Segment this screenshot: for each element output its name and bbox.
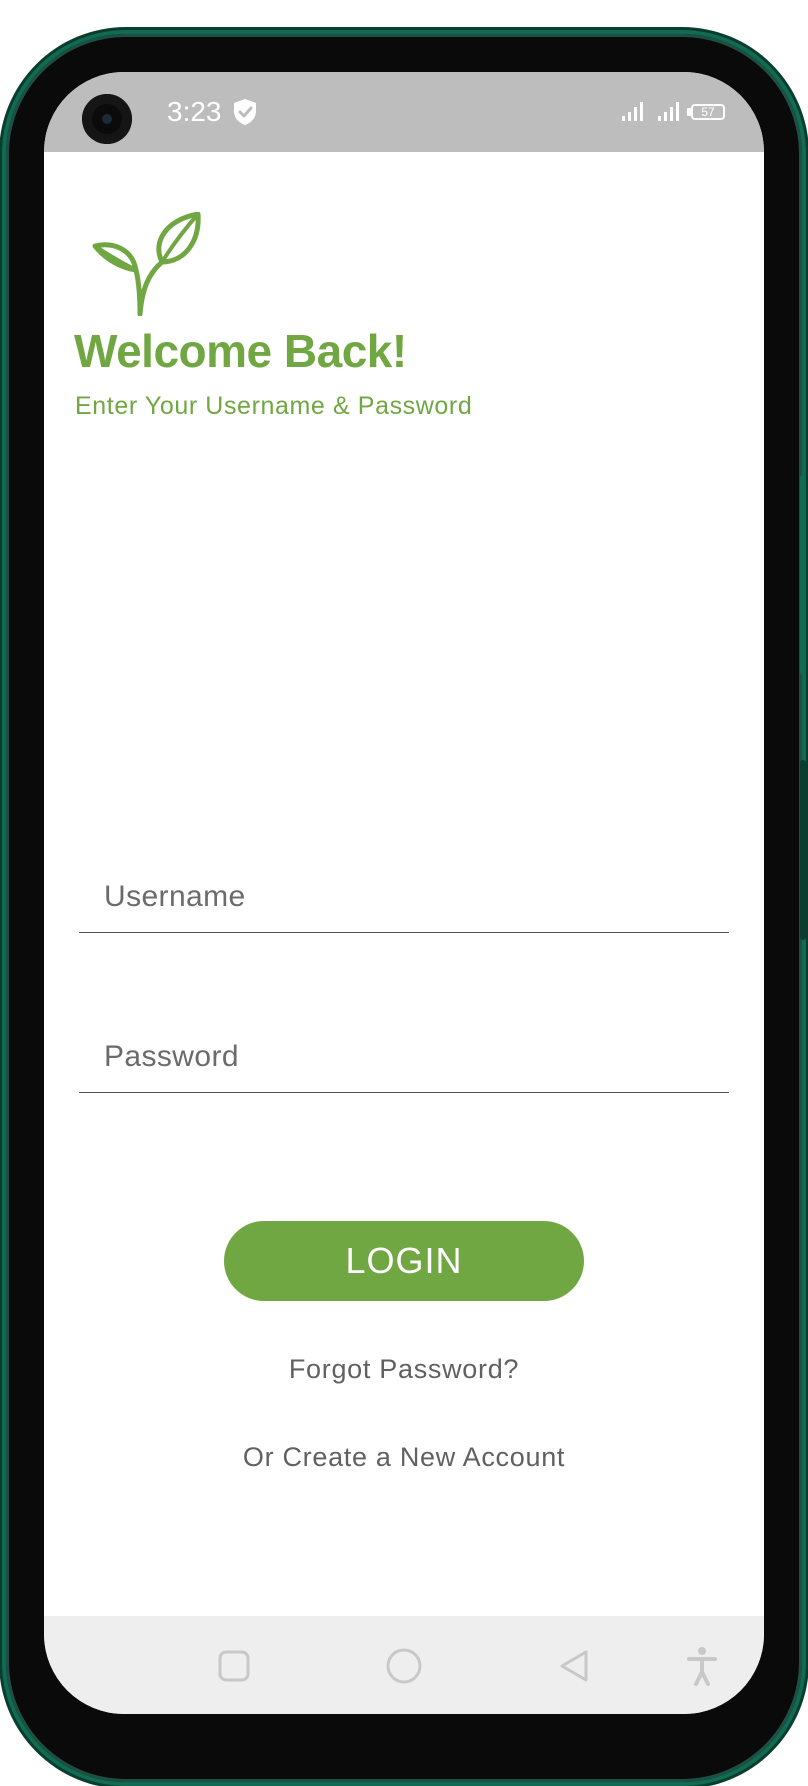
signal-icon <box>622 102 643 121</box>
home-icon[interactable] <box>374 1636 434 1696</box>
status-bar: 3:23 57 <box>44 72 764 152</box>
status-time: 3:23 <box>167 96 222 127</box>
back-icon[interactable] <box>544 1636 604 1696</box>
leaf-sprout-icon <box>92 212 201 316</box>
page-title: Welcome Back! <box>74 325 407 377</box>
login-screen: Welcome Back! Enter Your Username & Pass… <box>44 152 764 1624</box>
username-input[interactable] <box>79 862 729 932</box>
camera-lens <box>102 114 112 124</box>
forgot-password-link[interactable]: Forgot Password? <box>44 1354 764 1385</box>
page-subtitle: Enter Your Username & Password <box>75 392 473 420</box>
login-button[interactable]: LOGIN <box>224 1221 584 1301</box>
navigation-bar <box>44 1616 764 1714</box>
recents-icon[interactable] <box>204 1636 264 1696</box>
volume-button <box>800 475 806 675</box>
camera-cutout <box>82 94 132 144</box>
username-field[interactable] <box>79 862 729 933</box>
password-input[interactable] <box>79 1022 729 1092</box>
create-account-link[interactable]: Or Create a New Account <box>44 1442 764 1473</box>
signal-icon <box>658 102 679 121</box>
battery-icon: 57 <box>691 104 725 120</box>
power-button <box>800 760 806 940</box>
phone-screen: 3:23 57 Welcome Back! Enter Your Usernam… <box>44 72 764 1714</box>
shield-icon <box>234 99 256 125</box>
password-field[interactable] <box>79 1022 729 1093</box>
accessibility-icon[interactable] <box>672 1636 732 1696</box>
